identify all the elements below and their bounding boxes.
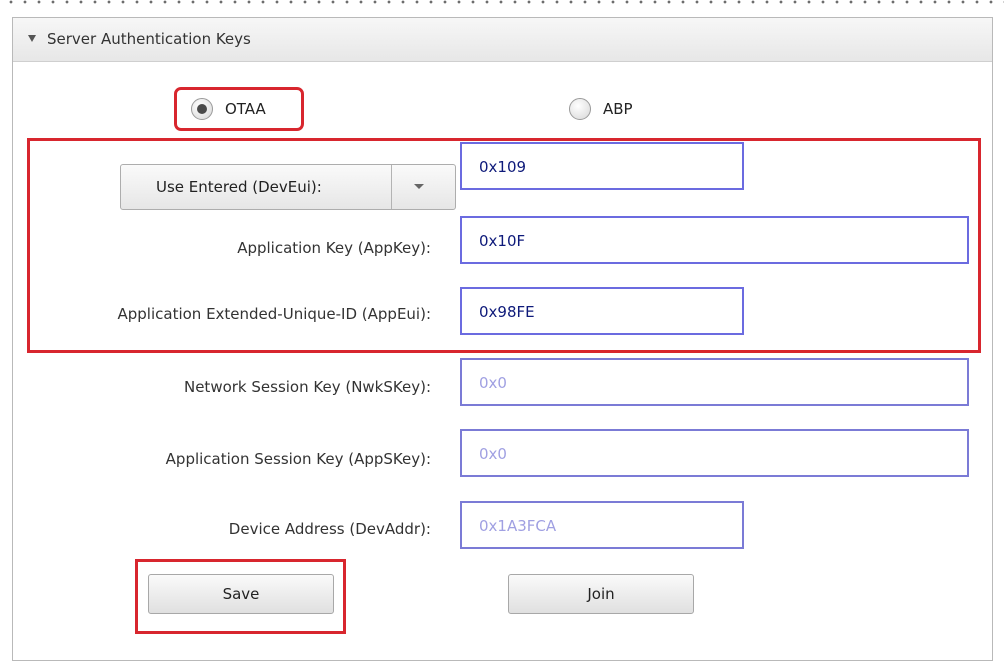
panel-title: Server Authentication Keys [47, 30, 251, 48]
dev-addr-input[interactable]: 0x1A3FCA [460, 501, 744, 549]
abp-label: ABP [603, 100, 633, 118]
dev-addr-label: Device Address (DevAddr): [228, 520, 431, 538]
otaa-keys-highlight-box [27, 138, 981, 353]
join-button[interactable]: Join [508, 574, 694, 614]
nwk-skey-input[interactable]: 0x0 [460, 358, 969, 406]
save-highlight-box [135, 559, 346, 634]
nwk-skey-label: Network Session Key (NwkSKey): [183, 378, 431, 396]
app-skey-input[interactable]: 0x0 [460, 429, 969, 477]
panel-header[interactable]: Server Authentication Keys [13, 18, 992, 62]
app-skey-label: Application Session Key (AppSKey): [165, 450, 431, 468]
otaa-highlight-box [174, 87, 304, 131]
radio-unchecked-icon[interactable] [569, 98, 591, 120]
abp-radio[interactable]: ABP [569, 98, 633, 120]
server-auth-keys-panel: Server Authentication Keys OTAA ABP Use … [12, 17, 993, 661]
dotted-top-border [0, 0, 1004, 4]
collapse-arrow-icon[interactable] [28, 35, 36, 42]
